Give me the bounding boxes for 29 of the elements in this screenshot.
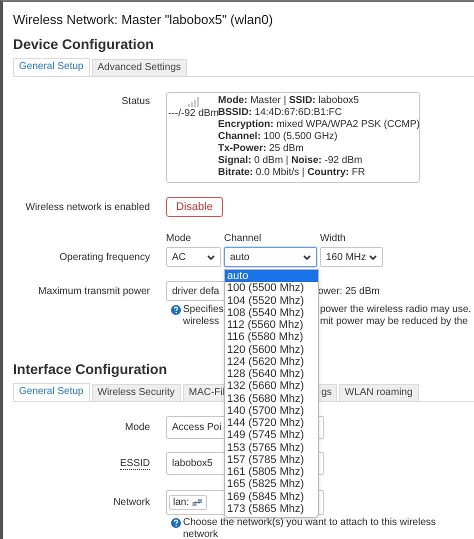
- help-text: power the wireless radio may use.: [320, 304, 472, 316]
- help-text: wireless: [183, 316, 220, 328]
- power-note: ower: 25 dBm: [318, 286, 380, 296]
- help-text: Specifies: [183, 304, 224, 316]
- status-line: Encryption: mixed WPA/WPA2 PSK (CCMP): [218, 119, 420, 131]
- status-line: Channel: 100 (5.500 GHz): [218, 131, 338, 143]
- field-label: Width: [320, 233, 347, 245]
- field-label: Maximum transmit power: [37, 286, 150, 296]
- field-label: Mode: [124, 422, 150, 433]
- help-text: mit power may be reduced by the: [320, 316, 468, 328]
- help-text: network: [183, 529, 220, 539]
- field-label: Status: [120, 95, 150, 107]
- help-text: Choose the network(s) you want to attach to this wireless: [183, 517, 436, 529]
- section-heading: Device Configuration: [13, 36, 154, 52]
- signal-reading: ---/-92 dBm: [168, 108, 219, 119]
- field-label: ESSID: [120, 458, 150, 470]
- network-tag: lan:: [169, 495, 208, 510]
- section-heading: Interface Configuration: [13, 361, 168, 377]
- field-label: Mode: [166, 233, 192, 245]
- field-label: Channel: [224, 233, 262, 245]
- status-line: BSSID: 14:4D:67:6D:B1:FC: [218, 107, 343, 119]
- status-line: Bitrate: 0.0 Mbit/s | Country: FR: [218, 167, 366, 179]
- field-label: Network: [112, 497, 150, 508]
- field-label: Wireless network is enabled: [24, 202, 150, 212]
- page-title: Wireless Network: Master "labobox5" (wlan0): [13, 12, 274, 27]
- status-line: Tx-Power: 25 dBm: [218, 143, 305, 155]
- status-line: Signal: 0 dBm | Noise: -92 dBm: [218, 155, 364, 167]
- status-line: Mode: Master | SSID: labobox5: [218, 95, 360, 107]
- field-label: Operating frequency: [58, 252, 150, 265]
